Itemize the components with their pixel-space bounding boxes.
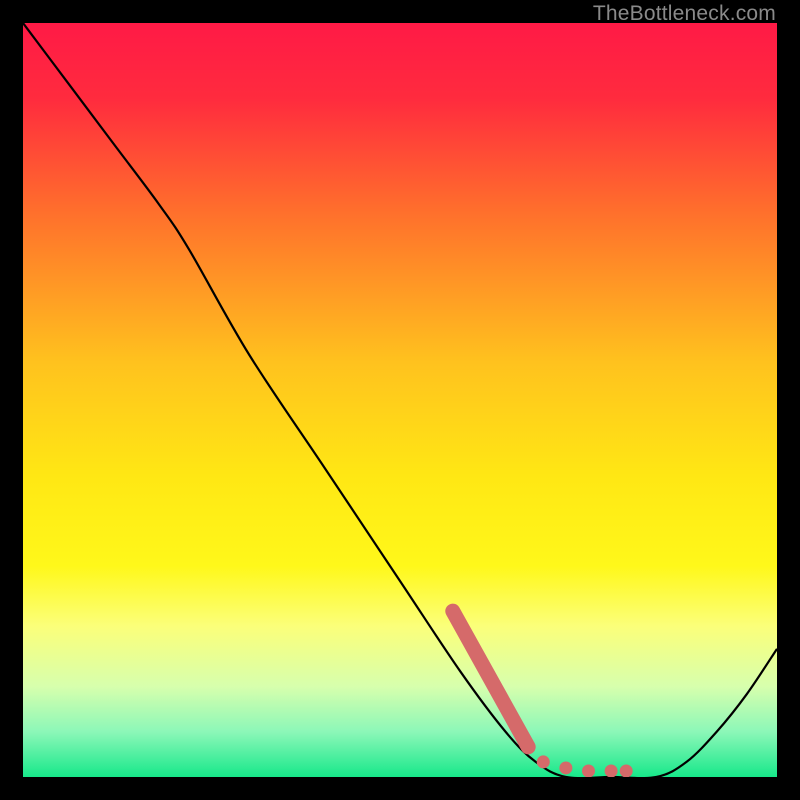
watermark-text: TheBottleneck.com	[593, 2, 776, 26]
highlight-dot	[605, 764, 618, 777]
chart-frame	[23, 23, 777, 777]
chart-background	[23, 23, 777, 777]
highlight-dot	[582, 764, 595, 777]
highlight-dot	[537, 755, 550, 768]
highlight-dot	[559, 761, 572, 774]
bottleneck-chart	[23, 23, 777, 777]
highlight-dot	[620, 764, 633, 777]
